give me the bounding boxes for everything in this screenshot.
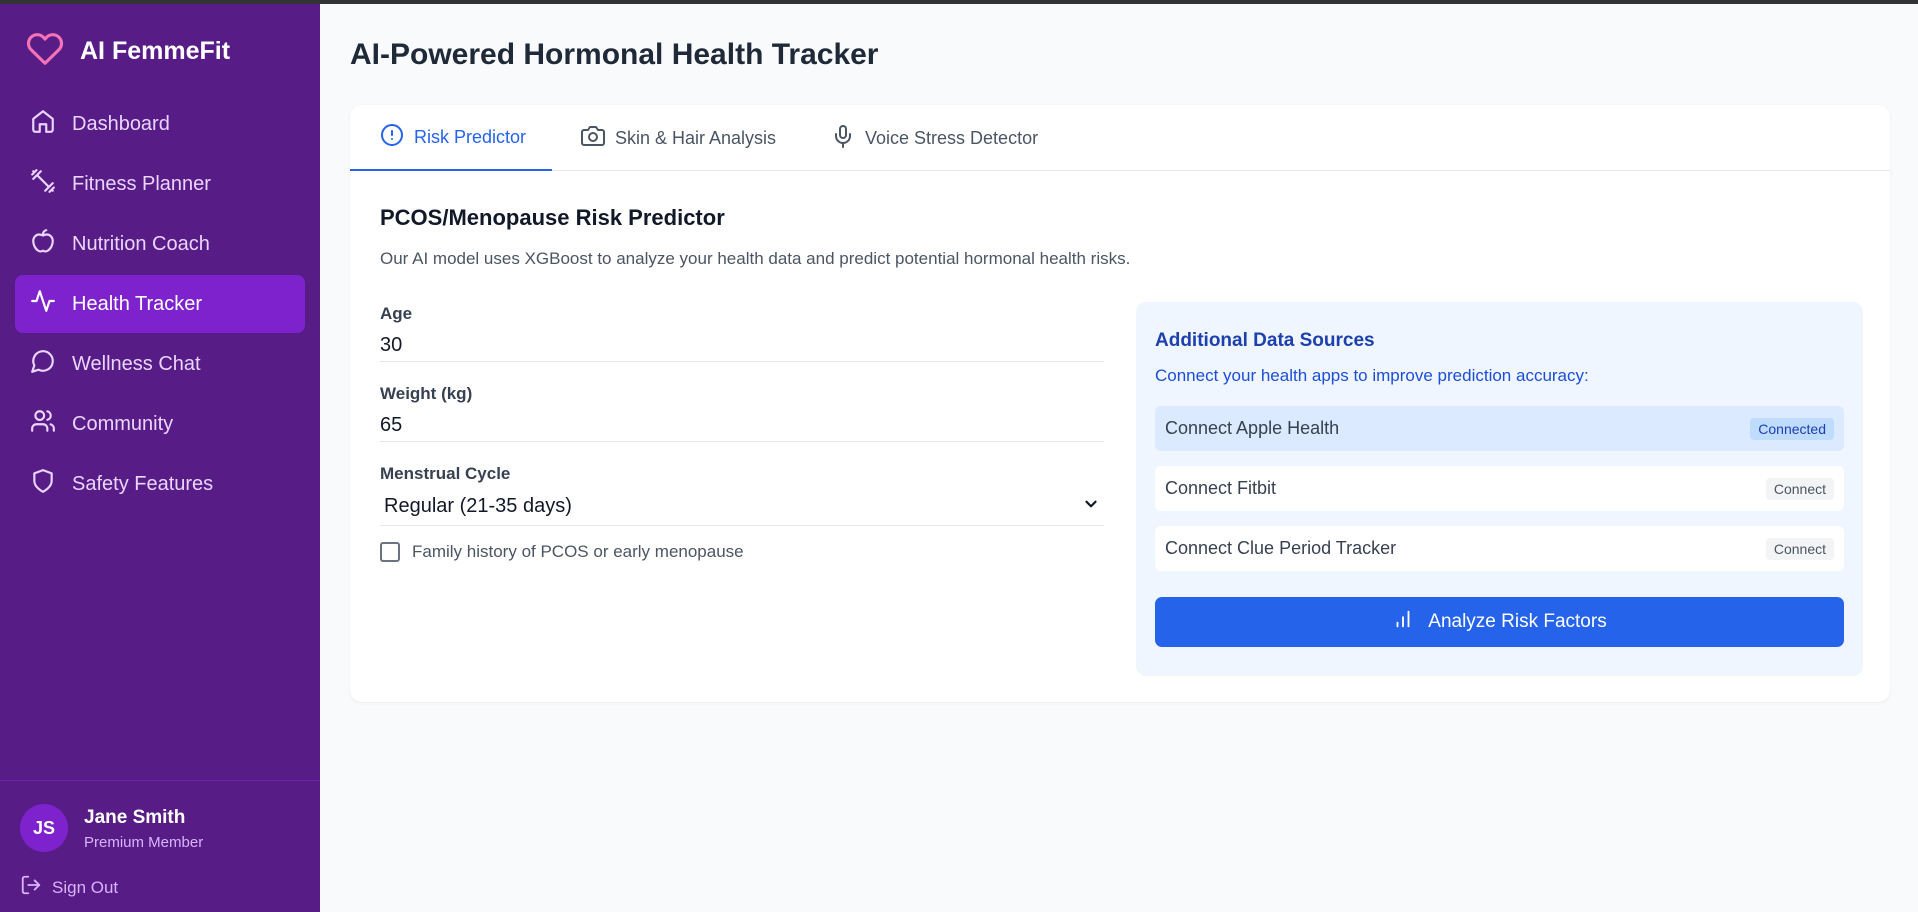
sidebar-item-label: Health Tracker: [72, 292, 203, 315]
sidebar-item-health-tracker[interactable]: Health Tracker: [15, 275, 305, 333]
sidebar-item-fitness-planner[interactable]: Fitness Planner: [15, 155, 305, 213]
home-icon: [30, 108, 56, 140]
chat-icon: [30, 348, 56, 380]
activity-icon: [30, 288, 56, 320]
user-name: Jane Smith: [84, 807, 186, 828]
sidebar-item-label: Fitness Planner: [72, 172, 211, 195]
dumbbell-icon: [30, 168, 56, 200]
data-sources-panel: Additional Data Sources Connect your hea…: [1136, 302, 1863, 676]
analyze-label: Analyze Risk Factors: [1428, 611, 1607, 632]
sidebar-item-nutrition-coach[interactable]: Nutrition Coach: [15, 215, 305, 273]
sign-out-button[interactable]: Sign Out: [20, 874, 118, 901]
chevron-down-icon: [1082, 495, 1100, 519]
bar-chart-icon: [1392, 608, 1414, 636]
age-input[interactable]: [380, 330, 1104, 362]
users-icon: [30, 408, 56, 440]
connect-fitbit[interactable]: Connect Fitbit Connect: [1155, 466, 1844, 511]
connect-badge[interactable]: Connect: [1765, 537, 1834, 560]
section-description: Our AI model uses XGBoost to analyze you…: [380, 249, 1131, 268]
window-top-border: [0, 0, 1918, 4]
data-sources-title: Additional Data Sources: [1155, 330, 1375, 351]
tab-label: Skin & Hair Analysis: [615, 127, 777, 148]
tab-voice-stress-detector[interactable]: Voice Stress Detector: [831, 105, 1038, 171]
sidebar-item-label: Dashboard: [72, 112, 170, 135]
app-name: AI FemmeFit: [80, 37, 231, 65]
alert-circle-icon: [380, 123, 404, 152]
connect-apple-health[interactable]: Connect Apple Health Connected: [1155, 406, 1844, 451]
weight-label: Weight (kg): [380, 384, 473, 403]
data-sources-description: Connect your health apps to improve pred…: [1155, 366, 1589, 385]
heart-icon: [26, 30, 64, 73]
menstrual-cycle-value: Regular (21-35 days): [384, 495, 572, 517]
tab-bar: Risk Predictor Skin & Hair Analysis Voic…: [350, 105, 1890, 171]
tab-label: Risk Predictor: [414, 126, 527, 147]
sidebar-nav: Dashboard Fitness Planner Nutrition Coac…: [15, 95, 305, 515]
family-history-label: Family history of PCOS or early menopaus…: [412, 542, 744, 561]
sidebar-item-wellness-chat[interactable]: Wellness Chat: [15, 335, 305, 393]
source-name: Connect Apple Health: [1165, 418, 1340, 438]
weight-input[interactable]: [380, 410, 1104, 442]
microphone-icon: [831, 124, 855, 153]
brand[interactable]: AI FemmeFit: [26, 30, 230, 73]
camera-icon: [581, 124, 605, 153]
avatar[interactable]: JS: [20, 804, 68, 852]
source-name: Connect Clue Period Tracker: [1165, 538, 1397, 558]
tab-label: Voice Stress Detector: [865, 127, 1039, 148]
connect-badge[interactable]: Connect: [1765, 477, 1834, 500]
sidebar-item-community[interactable]: Community: [15, 395, 305, 453]
tab-skin-hair-analysis[interactable]: Skin & Hair Analysis: [581, 105, 776, 171]
tab-risk-predictor[interactable]: Risk Predictor: [350, 105, 552, 171]
analyze-risk-factors-button[interactable]: Analyze Risk Factors: [1155, 597, 1844, 647]
user-role: Premium Member: [84, 834, 204, 851]
sidebar: AI FemmeFit Dashboard Fitness Planner Nu…: [0, 0, 320, 912]
sidebar-item-safety-features[interactable]: Safety Features: [15, 455, 305, 513]
source-name: Connect Fitbit: [1165, 478, 1277, 498]
tracker-card: Risk Predictor Skin & Hair Analysis Voic…: [350, 105, 1890, 702]
apple-icon: [30, 228, 56, 260]
page-title: AI-Powered Hormonal Health Tracker: [350, 38, 879, 71]
family-history-checkbox[interactable]: [380, 542, 400, 562]
menstrual-cycle-select[interactable]: Regular (21-35 days): [380, 488, 1104, 526]
menstrual-cycle-label: Menstrual Cycle: [380, 464, 511, 483]
shield-icon: [30, 468, 56, 500]
sidebar-item-label: Wellness Chat: [72, 352, 201, 375]
age-label: Age: [380, 304, 413, 323]
section-title: PCOS/Menopause Risk Predictor: [380, 205, 725, 230]
sign-out-label: Sign Out: [52, 877, 119, 897]
family-history-row: Family history of PCOS or early menopaus…: [380, 542, 744, 562]
sidebar-item-dashboard[interactable]: Dashboard: [15, 95, 305, 153]
sidebar-item-label: Community: [72, 412, 174, 435]
user-panel: JS Jane Smith Premium Member Sign Out: [0, 780, 320, 912]
status-badge: Connected: [1750, 417, 1834, 440]
connect-clue-period-tracker[interactable]: Connect Clue Period Tracker Connect: [1155, 526, 1844, 571]
sidebar-item-label: Nutrition Coach: [72, 232, 210, 255]
log-out-icon: [20, 874, 42, 901]
sidebar-item-label: Safety Features: [72, 472, 214, 495]
